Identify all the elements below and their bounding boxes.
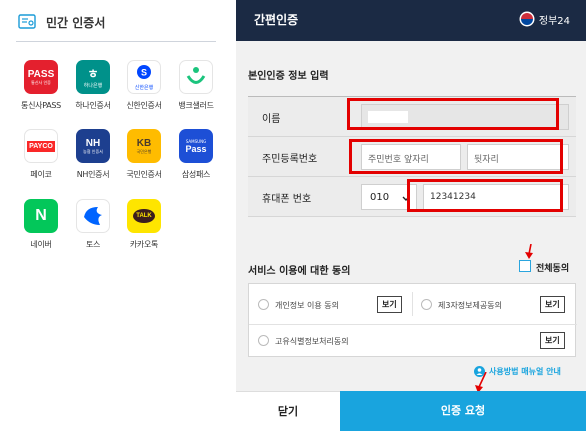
rrn-label: 주민등록번호 xyxy=(262,154,318,165)
phone-prefix-value: 010 xyxy=(370,192,390,203)
consent-thirdparty-radio[interactable] xyxy=(421,299,432,310)
app-label: 토스 xyxy=(85,240,101,249)
app-label: 삼성패스 xyxy=(181,170,211,179)
app-label: 페이코 xyxy=(30,170,52,179)
consent-divider-horizontal xyxy=(249,324,577,325)
simple-auth-title: 간편인증 xyxy=(254,13,299,27)
consent-privacy-view-button[interactable]: 보기 xyxy=(377,296,402,313)
nh-bank-icon: NH 농협 인증서 xyxy=(76,129,110,163)
certificate-icon xyxy=(18,14,36,29)
red-arrow-icon xyxy=(525,244,533,259)
kakaotalk-icon: TALK xyxy=(127,199,161,233)
app-label: 카카오톡 xyxy=(129,240,159,249)
app-kakaotalk[interactable]: TALK 카카오톡 xyxy=(122,199,166,250)
request-auth-button[interactable]: 인증 요청 xyxy=(340,391,586,431)
app-label: NH인증서 xyxy=(76,170,110,179)
app-label: 하나인증서 xyxy=(75,101,111,110)
identity-section-title: 본인인증 정보 입력 xyxy=(248,71,329,82)
samsung-pass-icon: SAMSUNG Pass xyxy=(179,129,213,163)
app-naver[interactable]: N 네이버 xyxy=(19,199,63,250)
gov24-emblem-icon xyxy=(519,11,535,27)
manual-link-label: 사용방법 매뉴얼 안내 xyxy=(489,367,561,376)
app-samsung-pass[interactable]: SAMSUNG Pass 삼성패스 xyxy=(174,129,218,180)
simple-auth-topbar: 간편인증 정부24 xyxy=(236,0,586,41)
app-label: 신한인증서 xyxy=(126,101,162,110)
consent-privacy-radio[interactable] xyxy=(258,299,269,310)
pass-app-icon: PASS 통신사 인증 xyxy=(24,60,58,94)
svg-text:S: S xyxy=(141,67,147,77)
private-cert-header: 민간 인증서 xyxy=(16,12,216,42)
private-cert-panel: 민간 인증서 PASS 통신사 인증 통신사PASS ㅎ 하나은행 하나인증서 … xyxy=(0,0,236,431)
app-shinhan[interactable]: S 신한은행 신한인증서 xyxy=(122,60,166,111)
phone-label: 휴대폰 번호 xyxy=(262,194,312,205)
consent-thirdparty-view-button[interactable]: 보기 xyxy=(540,296,565,313)
app-kb[interactable]: KB 국민은행 국민인증서 xyxy=(122,129,166,180)
phone-highlight-box xyxy=(407,179,563,212)
agree-all-label: 전체동의 xyxy=(536,264,570,274)
toss-icon xyxy=(76,199,110,233)
consent-section-title: 서비스 이용에 대한 동의 xyxy=(248,266,351,277)
app-banksalad[interactable]: 뱅크샐러드 xyxy=(174,60,218,111)
consent-uniqueid-label: 고유식별정보처리동의 xyxy=(275,337,349,346)
consent-uniqueid-radio[interactable] xyxy=(258,335,269,346)
consent-divider-vertical xyxy=(412,292,413,316)
bottom-action-bar: 닫기 인증 요청 xyxy=(236,391,586,431)
kb-bank-icon: KB 국민은행 xyxy=(127,129,161,163)
app-pass[interactable]: PASS 통신사 인증 통신사PASS xyxy=(19,60,63,111)
app-label: 통신사PASS xyxy=(21,101,61,110)
shinhan-bank-icon: S 신한은행 xyxy=(127,60,161,94)
consent-uniqueid-view-button[interactable]: 보기 xyxy=(540,332,565,349)
close-button[interactable]: 닫기 xyxy=(236,391,340,431)
hana-bank-icon: ㅎ 하나은행 xyxy=(76,60,110,94)
consent-box: 개인정보 이용 동의 보기 제3자정보제공동의 보기 고유식별정보처리동의 보기 xyxy=(248,283,577,357)
app-hana[interactable]: ㅎ 하나은행 하나인증서 xyxy=(71,60,115,111)
app-nh[interactable]: NH 농협 인증서 NH인증서 xyxy=(71,129,115,180)
simple-auth-panel: 간편인증 정부24 본인인증 정보 입력 이름 주민등록번호 주민번호 앞자리 … xyxy=(236,0,586,431)
agree-all-checkbox[interactable] xyxy=(519,260,531,272)
gov24-logo: 정부24 xyxy=(519,11,570,27)
app-label: 뱅크샐러드 xyxy=(178,101,214,110)
payco-icon: PAYCO xyxy=(24,129,58,163)
consent-thirdparty-label: 제3자정보제공동의 xyxy=(438,301,502,310)
name-highlight-box xyxy=(347,98,559,130)
private-cert-title: 민간 인증서 xyxy=(46,16,106,30)
app-label: 네이버 xyxy=(30,240,52,249)
app-toss[interactable]: 토스 xyxy=(71,199,115,250)
rrn-highlight-box xyxy=(349,139,563,174)
app-label: 국민인증서 xyxy=(126,170,162,179)
name-label: 이름 xyxy=(262,114,281,125)
naver-icon: N xyxy=(24,199,58,233)
consent-privacy-label: 개인정보 이용 동의 xyxy=(275,301,339,310)
app-payco[interactable]: PAYCO 페이코 xyxy=(19,129,63,180)
banksalad-icon xyxy=(179,60,213,94)
